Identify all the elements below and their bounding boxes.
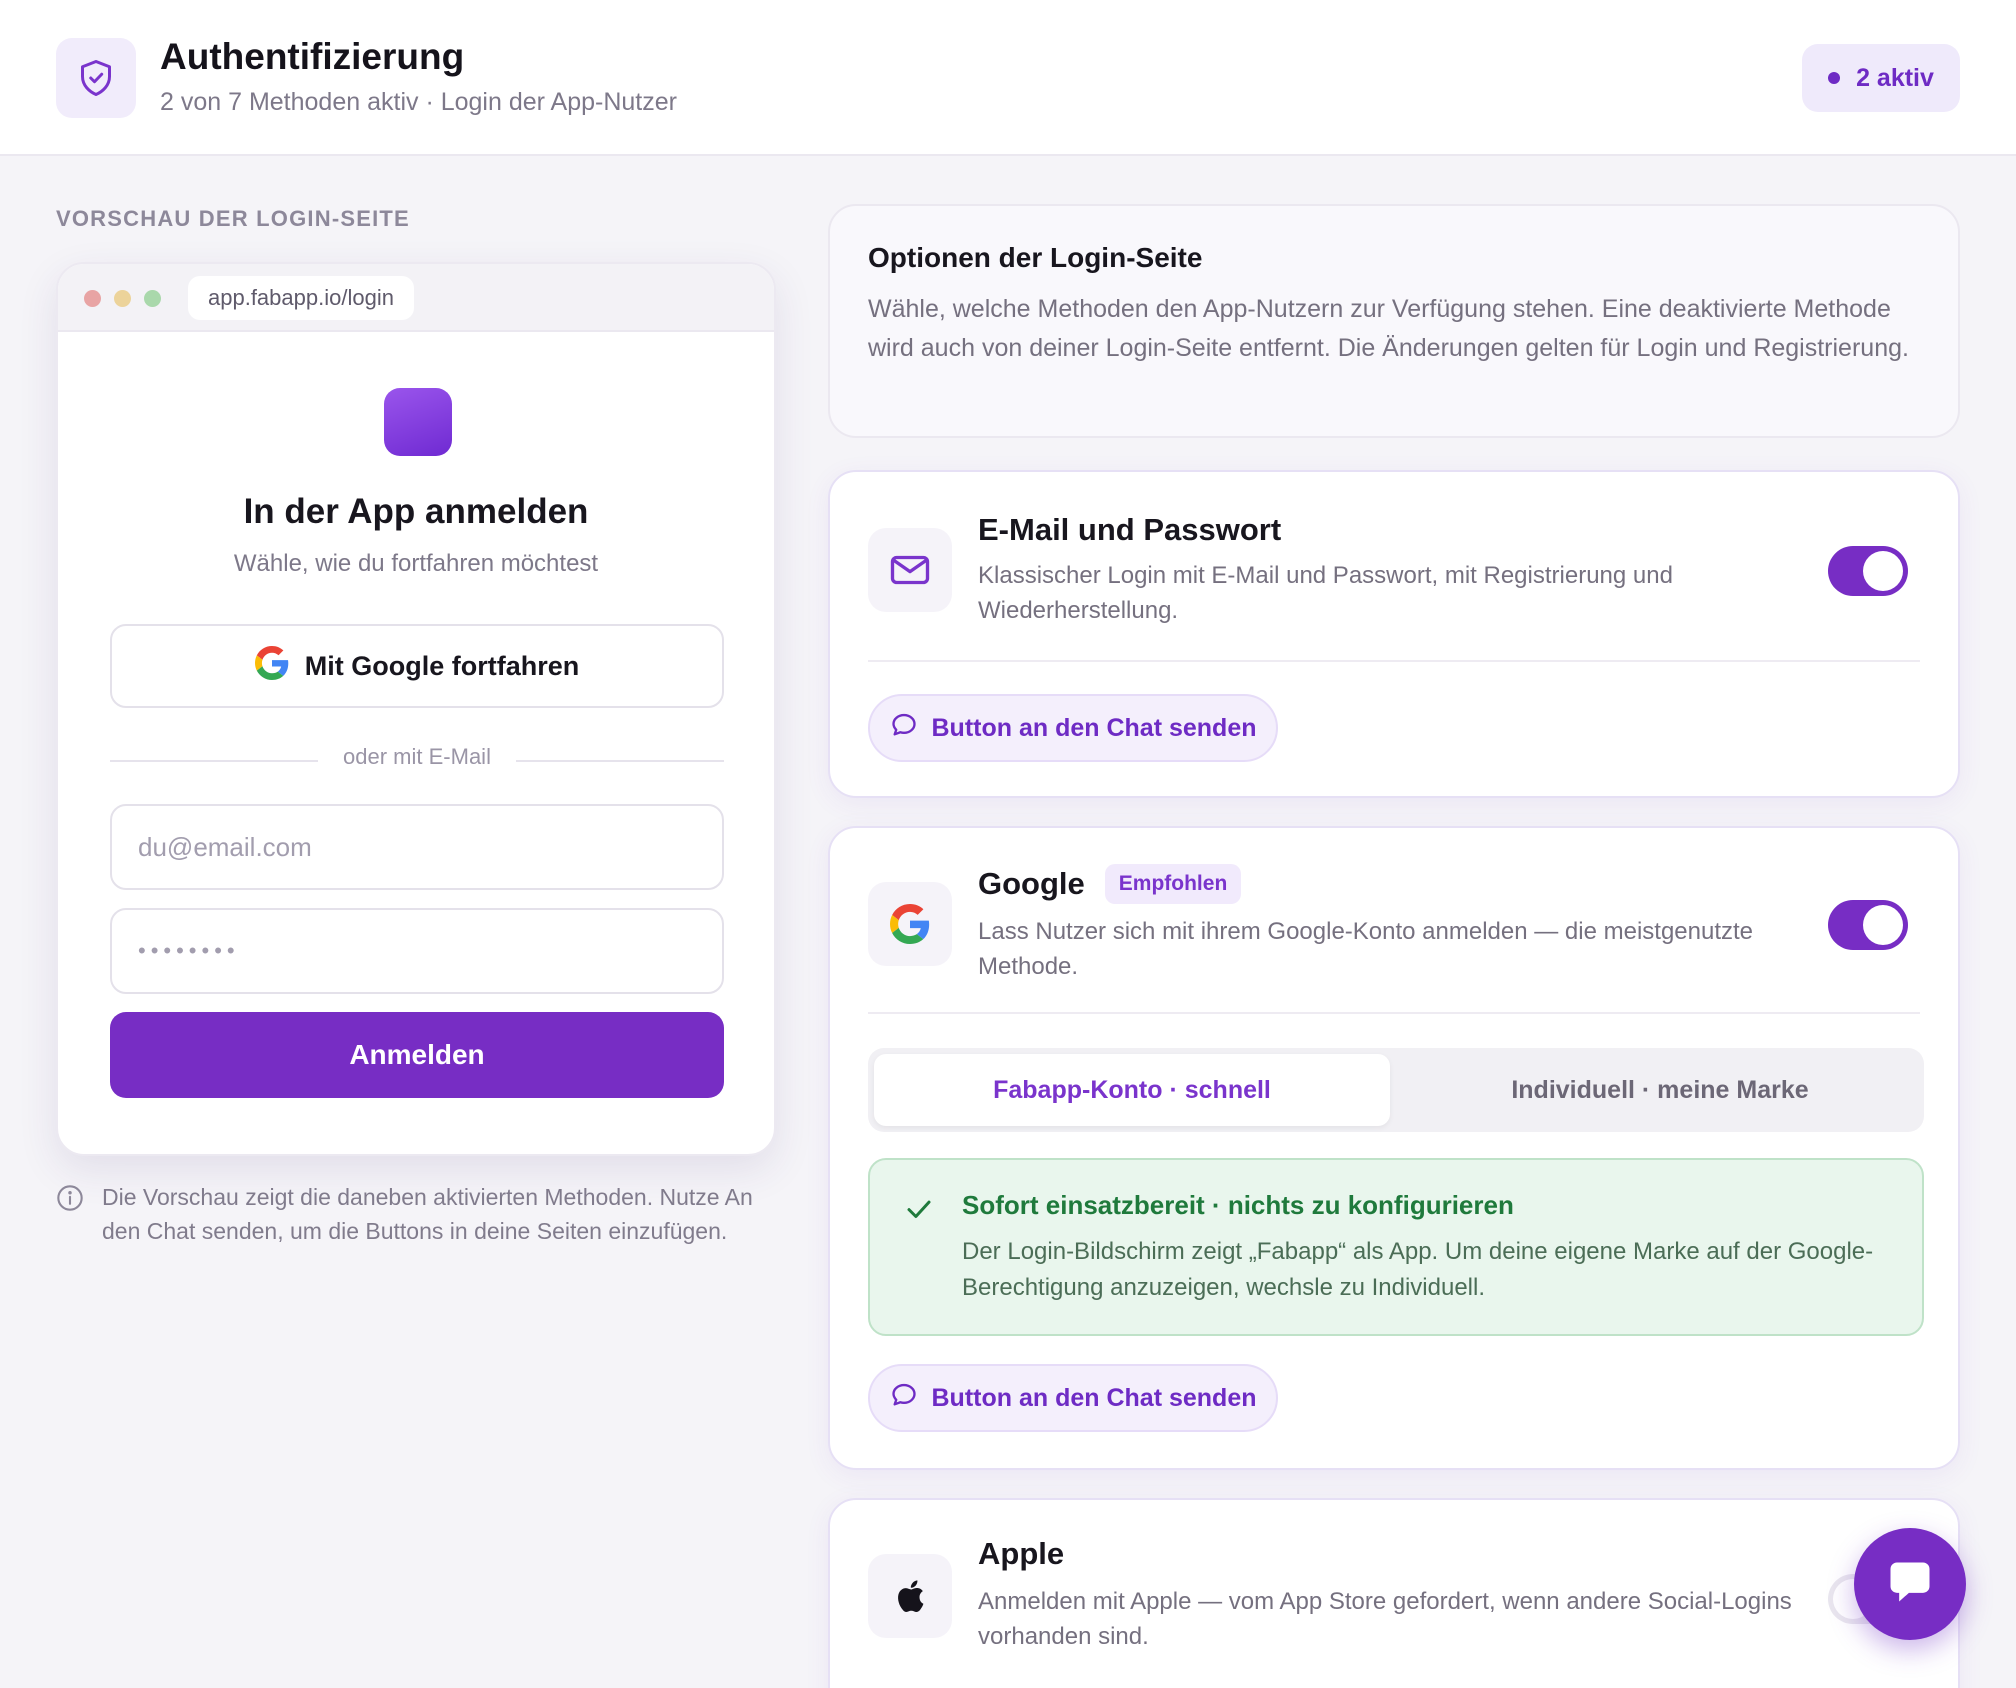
options-description: Wähle, welche Methoden den App-Nutzern z… bbox=[868, 295, 1909, 362]
page-title: Authentifizierung bbox=[160, 36, 465, 77]
minimize-dot-icon bbox=[114, 290, 131, 307]
apple-icon bbox=[868, 1554, 952, 1638]
method-description: Anmelden mit Apple — vom App Store gefor… bbox=[978, 1588, 1792, 1650]
preview-divider: oder mit E-Mail bbox=[110, 742, 724, 778]
method-card-google: Google Empfohlen Lass Nutzer sich mit ih… bbox=[828, 826, 1960, 1470]
success-notice: Sofort einsatzbereit · nichts zu konfigu… bbox=[868, 1158, 1924, 1336]
chat-bubble-icon bbox=[890, 711, 918, 746]
divider bbox=[868, 660, 1920, 662]
options-title: Optionen der Login-Seite bbox=[868, 242, 1203, 273]
recommended-badge: Empfohlen bbox=[1104, 864, 1242, 904]
preview-title: In der App anmelden bbox=[243, 492, 589, 531]
notice-text: Der Login-Bildschirm zeigt „Fabapp“ als … bbox=[962, 1238, 1874, 1301]
mail-icon bbox=[868, 528, 952, 612]
chat-bubble-icon bbox=[890, 1381, 918, 1416]
method-card-email: E-Mail und Passwort Klassischer Login mi… bbox=[828, 470, 1960, 798]
shield-check-icon bbox=[56, 38, 136, 118]
email-toggle[interactable] bbox=[1828, 546, 1908, 596]
send-to-chat-label: Button an den Chat senden bbox=[931, 1383, 1257, 1412]
method-title-label: Google bbox=[978, 866, 1085, 901]
preview-google-label: Mit Google fortfahren bbox=[304, 650, 580, 681]
method-title-label: E-Mail und Passwort bbox=[978, 512, 1282, 547]
page-subtitle: 2 von 7 Methoden aktiv · Login der App-N… bbox=[160, 88, 677, 116]
google-toggle[interactable] bbox=[1828, 900, 1908, 950]
active-count-label: 2 aktiv bbox=[1856, 63, 1934, 92]
check-icon bbox=[904, 1194, 934, 1229]
options-intro-card: Optionen der Login-Seite Wähle, welche M… bbox=[828, 204, 1960, 438]
method-title: Google Empfohlen bbox=[978, 864, 1242, 904]
status-dot-icon bbox=[1828, 72, 1841, 84]
google-icon bbox=[254, 645, 289, 687]
method-card-apple: Apple Anmelden mit Apple — vom App Store… bbox=[828, 1498, 1960, 1688]
browser-bar: app.fabapp.io/login bbox=[58, 264, 774, 332]
active-count-badge: 2 aktiv bbox=[1802, 44, 1960, 112]
close-dot-icon bbox=[84, 290, 101, 307]
send-to-chat-label: Button an den Chat senden bbox=[931, 713, 1257, 742]
method-description: Klassischer Login mit E-Mail und Passwor… bbox=[978, 562, 1673, 624]
preview-note: Die Vorschau zeigt die daneben aktiviert… bbox=[56, 1180, 776, 1248]
maximize-dot-icon bbox=[144, 290, 161, 307]
google-mode-segmented-control: Fabapp-Konto · schnell Individuell · mei… bbox=[868, 1048, 1924, 1132]
send-to-chat-button[interactable]: Button an den Chat senden bbox=[868, 1364, 1278, 1432]
preview-email-field[interactable]: du@email.com bbox=[110, 804, 724, 890]
app-logo bbox=[384, 388, 452, 456]
method-description: Lass Nutzer sich mit ihrem Google-Konto … bbox=[978, 918, 1754, 980]
segment-custom-brand[interactable]: Individuell · meine Marke bbox=[1402, 1054, 1918, 1126]
method-title-label: Apple bbox=[978, 1536, 1065, 1571]
preview-divider-label: oder mit E-Mail bbox=[343, 744, 491, 769]
page-header: Authentifizierung 2 von 7 Methoden aktiv… bbox=[0, 0, 2016, 156]
preview-subtitle: Wähle, wie du fortfahren möchtest bbox=[233, 550, 599, 577]
method-title: E-Mail und Passwort bbox=[978, 512, 1281, 548]
segment-fabapp-account[interactable]: Fabapp-Konto · schnell bbox=[874, 1054, 1390, 1126]
google-icon bbox=[868, 882, 952, 966]
preview-password-field[interactable]: •••••••• bbox=[110, 908, 724, 994]
chat-fab-button[interactable] bbox=[1854, 1528, 1966, 1640]
notice-title: Sofort einsatzbereit · nichts zu konfigu… bbox=[962, 1190, 1514, 1220]
send-to-chat-button[interactable]: Button an den Chat senden bbox=[868, 694, 1278, 762]
method-title: Apple bbox=[978, 1536, 1064, 1572]
preview-submit-button[interactable]: Anmelden bbox=[110, 1012, 724, 1098]
divider bbox=[868, 1012, 1920, 1014]
preview-google-button[interactable]: Mit Google fortfahren bbox=[110, 624, 724, 708]
preview-note-text: Die Vorschau zeigt die daneben aktiviert… bbox=[102, 1184, 753, 1244]
info-icon bbox=[56, 1184, 84, 1248]
preview-url: app.fabapp.io/login bbox=[188, 276, 414, 320]
login-preview-window: app.fabapp.io/login In der App anmelden … bbox=[56, 262, 776, 1156]
preview-section-label: VORSCHAU DER LOGIN-SEITE bbox=[56, 206, 410, 231]
chat-bubble-icon bbox=[1884, 1556, 1936, 1613]
